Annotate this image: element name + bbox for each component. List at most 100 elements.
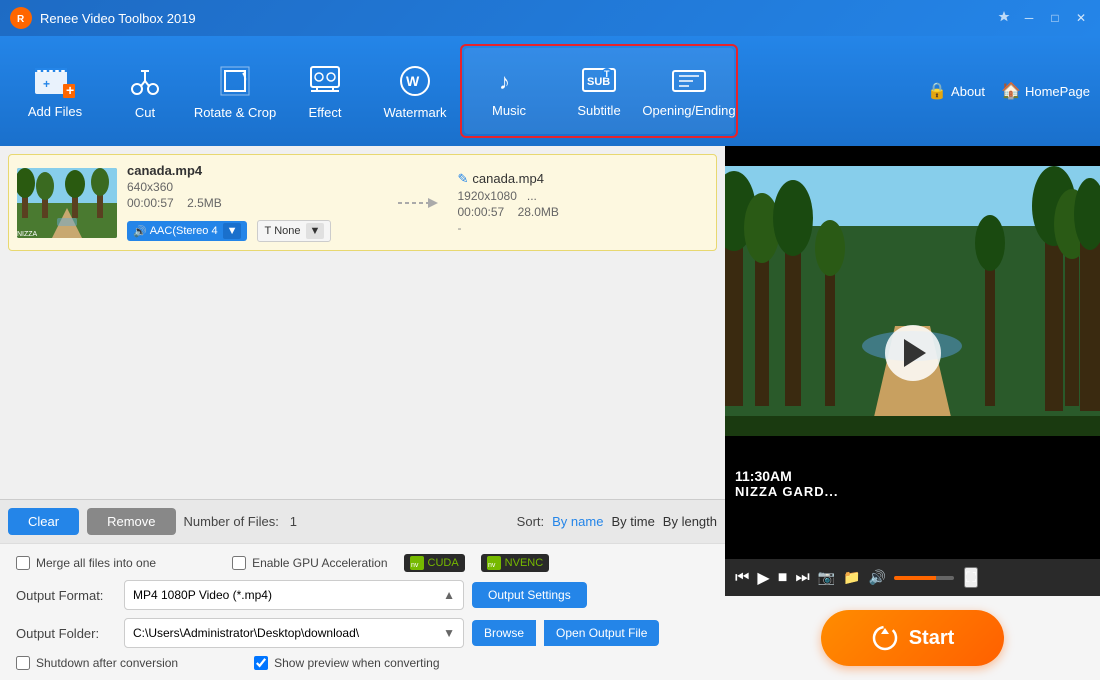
browse-button[interactable]: Browse [472, 620, 536, 646]
font-badge: T None ▼ [257, 220, 331, 242]
output-settings-button[interactable]: Output Settings [472, 582, 587, 608]
start-button[interactable]: Start [821, 610, 1005, 666]
music-label: Music [492, 103, 526, 118]
film-icon: + + [35, 64, 75, 98]
output-duration-size: 00:00:57 28.0MB [458, 205, 709, 219]
input-filename: canada.mp4 [127, 163, 378, 178]
output-file-info: ✎ canada.mp4 1920x1080 ... 00:00:57 28.0… [458, 171, 709, 235]
bottom-toolbar: Clear Remove Number of Files: 1 Sort: By… [0, 499, 725, 543]
left-panel: NIZZA canada.mp4 640x360 00:00:57 2.5MB [0, 146, 725, 680]
main-area: NIZZA canada.mp4 640x360 00:00:57 2.5MB [0, 146, 1100, 680]
gpu-checkbox[interactable] [232, 556, 246, 570]
homepage-link[interactable]: 🏠 HomePage [1001, 81, 1090, 101]
shutdown-checkbox[interactable] [16, 656, 30, 670]
svg-text:+: + [43, 77, 50, 91]
open-output-button[interactable]: Open Output File [544, 620, 659, 646]
cuda-badge: nv CUDA [404, 554, 465, 572]
video-overlay: 11:30AM NIZZA GARD... [735, 468, 839, 499]
toolbar-item-rotate-crop[interactable]: Rotate & Crop [190, 46, 280, 136]
minimize-button[interactable]: ─ [1020, 9, 1038, 27]
subtitle-label: Subtitle [577, 103, 620, 118]
svg-text:T: T [604, 69, 610, 79]
svg-text:W: W [406, 73, 420, 89]
thumbnail-image: NIZZA [17, 168, 117, 238]
music-icon: ♪ [493, 65, 525, 97]
play-pause-button[interactable]: ▶ [757, 568, 769, 588]
settings-row-4: Shutdown after conversion Show preview w… [16, 656, 709, 670]
fullscreen-button[interactable]: ⛶ [964, 567, 978, 588]
folder-dropdown-icon: ▼ [443, 626, 455, 640]
nvenc-badge: nv NVENC [481, 554, 550, 572]
sort-by-time[interactable]: By time [611, 514, 654, 529]
svg-text:NIZZA: NIZZA [17, 231, 38, 238]
svg-text:♪: ♪ [499, 69, 510, 94]
skip-back-button[interactable]: ⏮ [735, 569, 749, 587]
merge-label: Merge all files into one [36, 556, 156, 570]
output-folder-row: Output Folder: C:\Users\Administrator\De… [16, 618, 709, 648]
output-resolution: 1920x1080 ... [458, 189, 709, 203]
show-preview-checkbox[interactable] [254, 656, 268, 670]
toolbar-item-effect[interactable]: Effect [280, 46, 370, 136]
volume-slider[interactable] [894, 576, 954, 580]
video-controls: ⏮ ▶ ■ ⏭ 📷 📁 🔊 ⛶ [725, 559, 1100, 596]
shutdown-label: Shutdown after conversion [36, 656, 178, 670]
video-time: 11:30AM [735, 468, 839, 484]
input-duration-size: 00:00:57 2.5MB [127, 196, 378, 210]
sort-section: Sort: By name By time By length [517, 514, 717, 529]
clear-button[interactable]: Clear [8, 508, 79, 535]
home-icon: 🏠 [1001, 81, 1021, 101]
audio-dropdown-button[interactable]: ▼ [223, 223, 242, 239]
play-button[interactable] [885, 325, 941, 381]
output-folder-label: Output Folder: [16, 626, 116, 641]
output-format-select[interactable]: MP4 1080P Video (*.mp4) ▲ [124, 580, 464, 610]
skip-forward-button[interactable]: ⏭ [795, 569, 809, 587]
maximize-button[interactable]: □ [1046, 9, 1064, 27]
speaker-icon: 🔊 [133, 225, 147, 238]
output-extra: - [458, 221, 709, 235]
merge-checkbox-label[interactable]: Merge all files into one [16, 556, 156, 570]
cuda-logo-icon: nv [410, 556, 424, 570]
about-link[interactable]: 🔒 About [927, 81, 985, 101]
window-controls: ─ □ ✕ [996, 9, 1090, 27]
gpu-label: Enable GPU Acceleration [252, 556, 387, 570]
remove-button[interactable]: Remove [87, 508, 175, 535]
output-filename-row: ✎ canada.mp4 [458, 171, 709, 187]
gpu-checkbox-label[interactable]: Enable GPU Acceleration [232, 556, 387, 570]
screenshot-button[interactable]: 📷 [818, 569, 835, 586]
input-badges: 🔊 AAC(Stereo 4 ▼ T None ▼ [127, 216, 378, 242]
svg-text:+: + [66, 82, 74, 98]
shutdown-checkbox-label[interactable]: Shutdown after conversion [16, 656, 178, 670]
toolbar-item-add-files[interactable]: + + Add Files [10, 46, 100, 136]
toolbar-item-cut[interactable]: Cut [100, 46, 190, 136]
show-preview-label: Show preview when converting [274, 656, 439, 670]
subtitle-icon: SUB T [581, 65, 617, 97]
sort-label: Sort: [517, 514, 544, 529]
stop-button[interactable]: ■ [778, 569, 788, 587]
rotate-crop-icon [217, 63, 253, 99]
sort-by-length[interactable]: By length [663, 514, 717, 529]
volume-button[interactable]: 🔊 [869, 569, 886, 586]
rotate-crop-label: Rotate & Crop [194, 105, 276, 120]
folder-button[interactable]: 📁 [843, 569, 860, 586]
input-resolution: 640x360 [127, 180, 378, 194]
output-folder-input[interactable]: C:\Users\Administrator\Desktop\download\… [124, 618, 464, 648]
show-preview-checkbox-label[interactable]: Show preview when converting [254, 656, 439, 670]
nvenc-logo-icon: nv [487, 556, 501, 570]
sort-by-name[interactable]: By name [552, 514, 603, 529]
watermark-label: Watermark [383, 105, 446, 120]
cut-icon [127, 63, 163, 99]
close-button[interactable]: ✕ [1072, 9, 1090, 27]
watermark-icon: W [397, 63, 433, 99]
table-row: NIZZA canada.mp4 640x360 00:00:57 2.5MB [8, 154, 717, 251]
toolbar-item-opening-ending[interactable]: Opening/Ending [644, 48, 734, 134]
toolbar-item-music[interactable]: ♪ Music [464, 48, 554, 134]
dropdown-arrow-icon: ▲ [443, 588, 455, 602]
arrow-icon [398, 191, 438, 215]
add-files-label: Add Files [28, 104, 82, 119]
font-dropdown-button[interactable]: ▼ [306, 223, 325, 239]
merge-checkbox[interactable] [16, 556, 30, 570]
start-label: Start [909, 627, 955, 650]
toolbar-item-subtitle[interactable]: SUB T Subtitle [554, 48, 644, 134]
video-scene [725, 146, 1100, 456]
toolbar-item-watermark[interactable]: W Watermark [370, 46, 460, 136]
